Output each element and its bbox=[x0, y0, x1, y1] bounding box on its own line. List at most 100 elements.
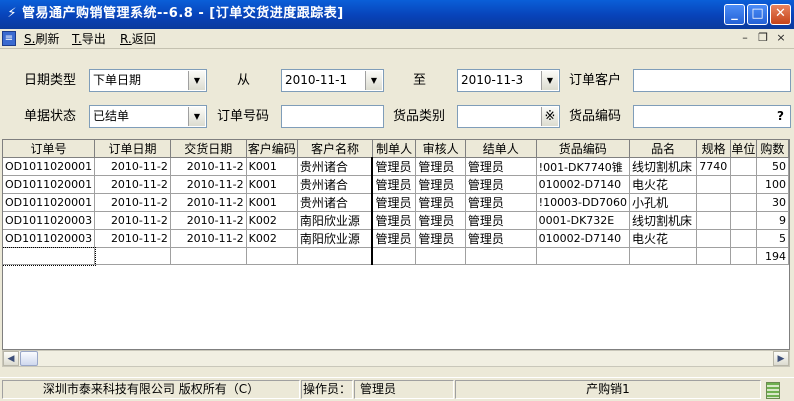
table-cell[interactable]: 管理员 bbox=[465, 157, 537, 176]
table-cell[interactable] bbox=[629, 247, 698, 265]
table-cell[interactable] bbox=[297, 247, 374, 265]
date-type-select[interactable]: 下单日期 ▼ bbox=[89, 69, 207, 92]
table-row[interactable]: OD1011020003 2010-11-2 2010-11-2 K002 南阳欣业源管… bbox=[3, 229, 789, 248]
table-cell[interactable] bbox=[730, 175, 757, 194]
table-cell[interactable]: OD1011020001 bbox=[3, 193, 96, 212]
table-cell[interactable]: 南阳欣业源 bbox=[297, 229, 374, 248]
table-cell[interactable]: K002 bbox=[246, 211, 298, 230]
category-input[interactable]: ※ bbox=[457, 105, 560, 128]
from-date-picker[interactable]: 2010-11-1 ▼ bbox=[281, 69, 384, 92]
table-cell[interactable] bbox=[3, 246, 96, 266]
table-cell[interactable]: 管理员 bbox=[465, 211, 537, 230]
table-cell[interactable]: 管理员 bbox=[465, 193, 537, 212]
table-cell[interactable] bbox=[696, 247, 732, 265]
table-cell[interactable]: !10003-DD7060 bbox=[536, 193, 630, 212]
table-cell[interactable] bbox=[94, 247, 171, 265]
dropdown-arrow-icon[interactable]: ▼ bbox=[365, 71, 382, 90]
table-cell[interactable]: 管理员 bbox=[415, 175, 466, 194]
table-row[interactable]: OD1011020001 2010-11-2 2010-11-2 K001 贵州诸合 管理… bbox=[3, 193, 789, 212]
child-restore-icon[interactable]: ❐ bbox=[756, 31, 770, 45]
table-cell[interactable] bbox=[246, 247, 298, 265]
table-cell[interactable] bbox=[465, 247, 537, 265]
column-header[interactable]: 结单人 bbox=[465, 140, 537, 158]
table-cell[interactable] bbox=[372, 247, 417, 265]
table-cell[interactable] bbox=[170, 247, 247, 265]
product-code-input[interactable]: ? bbox=[633, 105, 791, 128]
column-header[interactable]: 审核人 bbox=[415, 140, 466, 158]
column-header[interactable]: 订单号 bbox=[3, 140, 96, 158]
table-row[interactable]: OD1011020003 2010-11-2 2010-11-2 K002 南阳欣业源管… bbox=[3, 211, 789, 230]
menu-back[interactable]: R.返回 bbox=[120, 31, 156, 47]
child-minimize-icon[interactable]: – bbox=[738, 31, 752, 45]
table-cell[interactable]: 管理员 bbox=[415, 193, 466, 212]
column-header[interactable]: 制单人 bbox=[372, 140, 417, 158]
table-cell[interactable]: OD1011020003 bbox=[3, 229, 96, 248]
table-cell[interactable]: 管理员 bbox=[372, 193, 417, 212]
table-cell[interactable] bbox=[730, 247, 757, 265]
table-cell[interactable]: 电火花 bbox=[629, 175, 698, 194]
table-cell[interactable]: 2010-11-2 bbox=[94, 157, 171, 176]
close-button[interactable]: ✕ bbox=[770, 4, 791, 25]
table-cell[interactable]: K001 bbox=[246, 175, 298, 194]
column-header[interactable]: 购数 bbox=[756, 140, 789, 158]
minimize-button[interactable]: _ bbox=[724, 4, 745, 25]
table-cell[interactable]: 2010-11-2 bbox=[94, 211, 171, 230]
table-cell[interactable]: 管理员 bbox=[372, 229, 417, 248]
table-cell[interactable]: 小孔机 bbox=[629, 193, 698, 212]
column-header[interactable]: 交货日期 bbox=[170, 140, 247, 158]
table-cell[interactable]: OD1011020001 bbox=[3, 175, 96, 194]
table-cell[interactable] bbox=[696, 229, 732, 248]
table-cell[interactable]: 电火花 bbox=[629, 229, 698, 248]
dropdown-arrow-icon[interactable]: ▼ bbox=[188, 107, 205, 126]
order-no-input[interactable] bbox=[281, 105, 384, 128]
table-cell[interactable]: 贵州诸合 bbox=[297, 175, 374, 194]
table-cell[interactable] bbox=[696, 193, 732, 212]
table-cell[interactable]: 线切割机床 bbox=[629, 211, 698, 230]
to-date-picker[interactable]: 2010-11-3 ▼ bbox=[457, 69, 560, 92]
scroll-left-icon[interactable]: ◀ bbox=[3, 351, 19, 366]
table-cell[interactable]: K001 bbox=[246, 157, 298, 176]
column-header[interactable]: 客户编码 bbox=[246, 140, 298, 158]
table-cell[interactable]: 30 bbox=[756, 193, 789, 212]
title-bar[interactable]: ⚡ 管易通产购销管理系统--6.8 - [订单交货进度跟踪表] _ □ ✕ bbox=[0, 0, 794, 29]
table-cell[interactable]: 管理员 bbox=[465, 175, 537, 194]
table-row[interactable]: OD1011020001 2010-11-2 2010-11-2 K001 贵州诸合 管理… bbox=[3, 157, 789, 176]
status-select[interactable]: 已结单 ▼ bbox=[89, 105, 207, 128]
table-cell[interactable]: K002 bbox=[246, 229, 298, 248]
table-cell[interactable]: 194 bbox=[756, 247, 789, 265]
table-cell[interactable] bbox=[730, 193, 757, 212]
table-cell[interactable]: 南阳欣业源 bbox=[297, 211, 374, 230]
column-header[interactable]: 品名 bbox=[629, 140, 698, 158]
table-cell[interactable]: 管理员 bbox=[415, 229, 466, 248]
table-cell[interactable]: OD1011020003 bbox=[3, 211, 96, 230]
table-cell[interactable]: 5 bbox=[756, 229, 789, 248]
help-icon[interactable]: ? bbox=[772, 107, 789, 126]
table-cell[interactable]: 管理员 bbox=[372, 157, 417, 176]
maximize-button[interactable]: □ bbox=[747, 4, 768, 25]
table-cell[interactable] bbox=[696, 211, 732, 230]
dropdown-arrow-icon[interactable]: ▼ bbox=[541, 71, 558, 90]
table-cell[interactable]: 管理员 bbox=[372, 175, 417, 194]
column-header[interactable]: 单位 bbox=[730, 140, 757, 158]
table-cell[interactable] bbox=[730, 157, 757, 176]
dropdown-arrow-icon[interactable]: ▼ bbox=[188, 71, 205, 90]
scroll-thumb[interactable] bbox=[20, 351, 38, 366]
table-cell[interactable] bbox=[536, 247, 630, 265]
table-cell[interactable]: 2010-11-2 bbox=[170, 229, 247, 248]
table-cell[interactable]: 管理员 bbox=[465, 229, 537, 248]
table-cell[interactable]: 7740 bbox=[696, 157, 732, 176]
table-cell[interactable]: 0001-DK732E bbox=[536, 211, 630, 230]
table-cell[interactable]: 100 bbox=[756, 175, 789, 194]
table-cell[interactable] bbox=[730, 211, 757, 230]
horizontal-scrollbar[interactable]: ◀ ▶ bbox=[2, 350, 790, 367]
table-row[interactable]: OD1011020001 2010-11-2 2010-11-2 K001 贵州诸合 管理… bbox=[3, 175, 789, 194]
table-cell[interactable]: 管理员 bbox=[372, 211, 417, 230]
table-cell[interactable]: 管理员 bbox=[415, 211, 466, 230]
table-cell[interactable]: 2010-11-2 bbox=[170, 157, 247, 176]
table-cell[interactable]: 2010-11-2 bbox=[170, 175, 247, 194]
table-cell[interactable] bbox=[730, 229, 757, 248]
table-cell[interactable]: 50 bbox=[756, 157, 789, 176]
lookup-icon[interactable]: ※ bbox=[541, 107, 558, 126]
child-close-icon[interactable]: × bbox=[774, 31, 788, 45]
table-cell[interactable]: 线切割机床 bbox=[629, 157, 698, 176]
